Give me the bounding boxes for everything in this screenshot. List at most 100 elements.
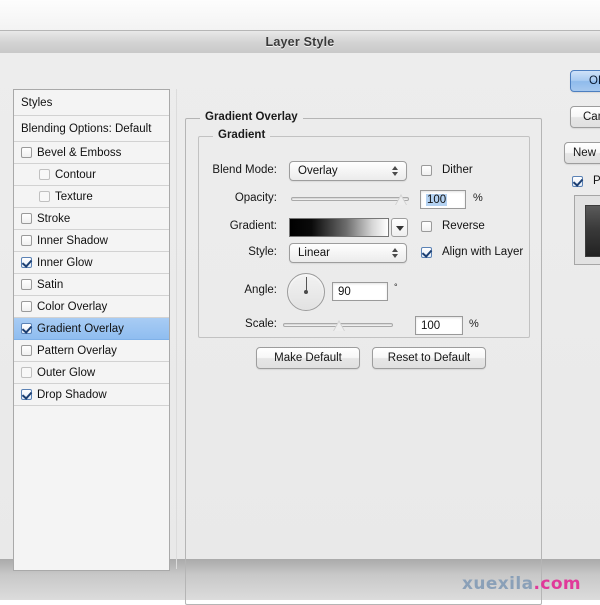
checkbox-inner-glow[interactable] <box>21 257 32 268</box>
scale-label: Scale: <box>245 318 277 330</box>
gradient-style-value: Linear <box>298 247 330 259</box>
blend-mode-row: Blend Mode: Overlay Dither <box>199 161 529 183</box>
reverse-check-line[interactable]: Reverse <box>421 220 485 232</box>
reset-to-default-label: Reset to Default <box>387 352 471 364</box>
scale-input[interactable]: 100 <box>415 316 463 335</box>
opacity-slider-thumb[interactable] <box>395 194 408 206</box>
blending-options-row[interactable]: Blending Options: Default <box>14 116 169 142</box>
gradient-row: Gradient: Reverse <box>199 217 529 239</box>
align-with-layer-label: Align with Layer <box>442 246 524 258</box>
angle-dial[interactable] <box>287 273 325 311</box>
blending-options-label: Blending Options: Default <box>21 122 152 135</box>
scale-row: Scale: 100 % <box>199 315 529 337</box>
scale-unit: % <box>469 318 479 330</box>
style-row-drop-shadow[interactable]: Drop Shadow <box>14 384 169 406</box>
gradient-group-title: Gradient <box>213 129 271 141</box>
style-row-inner-shadow[interactable]: Inner Shadow <box>14 230 169 252</box>
style-label-pattern-overlay: Pattern Overlay <box>37 344 117 357</box>
opacity-label: Opacity: <box>234 192 277 204</box>
style-row-texture[interactable]: Texture <box>14 186 169 208</box>
opacity-slider[interactable] <box>291 190 409 208</box>
make-default-label: Make Default <box>274 352 342 364</box>
checkbox-contour[interactable] <box>39 169 50 180</box>
opacity-input[interactable]: 100 <box>420 190 466 209</box>
style-label-texture: Texture <box>55 190 93 203</box>
checkbox-color-overlay[interactable] <box>21 301 32 312</box>
styles-list-header[interactable]: Styles <box>14 90 169 116</box>
watermark-name: xuexila <box>462 574 534 594</box>
style-row-inner-glow[interactable]: Inner Glow <box>14 252 169 274</box>
angle-dial-hub <box>304 290 308 294</box>
reset-to-default-button[interactable]: Reset to Default <box>372 347 486 369</box>
checkbox-gradient-overlay[interactable] <box>21 323 32 334</box>
checkbox-align-with-layer[interactable] <box>421 246 432 258</box>
desktop-backdrop-top <box>0 0 600 30</box>
style-label: Style: <box>248 246 277 258</box>
checkbox-preview[interactable] <box>572 175 583 187</box>
gradient-picker-dropdown[interactable] <box>391 218 408 237</box>
blend-mode-value: Overlay <box>298 165 338 177</box>
ok-label: OK <box>589 75 600 87</box>
scale-slider-thumb[interactable] <box>333 320 346 332</box>
opacity-value: 100 <box>426 193 448 206</box>
checkbox-dither[interactable] <box>421 164 432 176</box>
dialog-title: Layer Style <box>265 35 335 49</box>
dialog-titlebar[interactable]: Layer Style <box>0 31 600 54</box>
style-label-drop-shadow: Drop Shadow <box>37 388 107 401</box>
gradient-overlay-title: Gradient Overlay <box>200 111 303 123</box>
style-label-outer-glow: Outer Glow <box>37 366 96 379</box>
scale-slider[interactable] <box>283 316 393 334</box>
gradient-style-select[interactable]: Linear <box>289 243 407 263</box>
updown-arrows-icon <box>392 246 399 260</box>
style-label-gradient-overlay: Gradient Overlay <box>37 322 124 335</box>
style-row-outer-glow[interactable]: Outer Glow <box>14 362 169 384</box>
cancel-button[interactable]: Cancel <box>570 106 600 128</box>
preview-check-line[interactable]: Preview <box>572 175 600 187</box>
blend-mode-select[interactable]: Overlay <box>289 161 407 181</box>
action-column: OK Cancel New Style... Preview <box>560 30 600 558</box>
style-label-bevel-emboss: Bevel & Emboss <box>37 146 122 159</box>
gradient-overlay-section: Gradient Overlay Gradient Blend Mode: Ov… <box>185 111 542 605</box>
style-row-gradient-overlay[interactable]: Gradient Overlay <box>14 318 169 340</box>
gradient-label: Gradient: <box>229 220 277 232</box>
opacity-row: Opacity: 100 % <box>199 189 529 211</box>
checkbox-inner-shadow[interactable] <box>21 235 32 246</box>
gradient-swatch[interactable] <box>289 218 389 237</box>
updown-arrows-icon <box>392 164 399 178</box>
align-with-layer-check-line[interactable]: Align with Layer <box>421 246 523 258</box>
ok-button[interactable]: OK <box>570 70 600 92</box>
make-default-button[interactable]: Make Default <box>256 347 360 369</box>
style-row-satin[interactable]: Satin <box>14 274 169 296</box>
checkbox-outer-glow[interactable] <box>21 367 32 378</box>
new-style-button[interactable]: New Style... <box>564 142 600 164</box>
styles-list-panel[interactable]: Styles Blending Options: Default Bevel &… <box>13 89 170 571</box>
opacity-slider-track[interactable] <box>291 197 409 201</box>
layer-style-dialog: Layer Style Styles Blending Options: Def… <box>0 30 600 605</box>
style-row-contour[interactable]: Contour <box>14 164 169 186</box>
style-row-stroke[interactable]: Stroke <box>14 208 169 230</box>
watermark: xuexila.com <box>462 574 581 594</box>
angle-row: Angle: 90 ° <box>199 273 529 311</box>
gradient-group: Gradient Blend Mode: Overlay Dither Opac… <box>198 129 530 338</box>
checkbox-bevel-emboss[interactable] <box>21 147 32 158</box>
dither-check-line[interactable]: Dither <box>421 164 473 176</box>
style-row-color-overlay[interactable]: Color Overlay <box>14 296 169 318</box>
styles-header-label: Styles <box>21 96 53 109</box>
checkbox-satin[interactable] <box>21 279 32 290</box>
checkbox-stroke[interactable] <box>21 213 32 224</box>
style-row: Style: Linear Align with Layer <box>199 243 529 265</box>
checkbox-reverse[interactable] <box>421 220 432 232</box>
checkbox-texture[interactable] <box>39 191 50 202</box>
checkbox-pattern-overlay[interactable] <box>21 345 32 356</box>
watermark-tld: .com <box>533 574 582 594</box>
preview-thumbnail-box <box>574 195 600 265</box>
style-label-color-overlay: Color Overlay <box>37 300 108 313</box>
style-row-bevel-emboss[interactable]: Bevel & Emboss <box>14 142 169 164</box>
checkbox-drop-shadow[interactable] <box>21 389 32 400</box>
angle-input[interactable]: 90 <box>332 282 388 301</box>
style-row-pattern-overlay[interactable]: Pattern Overlay <box>14 340 169 362</box>
preview-label: Preview <box>593 175 600 187</box>
angle-value: 90 <box>338 285 351 298</box>
dialog-body: Styles Blending Options: Default Bevel &… <box>0 53 600 605</box>
opacity-unit: % <box>473 192 483 204</box>
